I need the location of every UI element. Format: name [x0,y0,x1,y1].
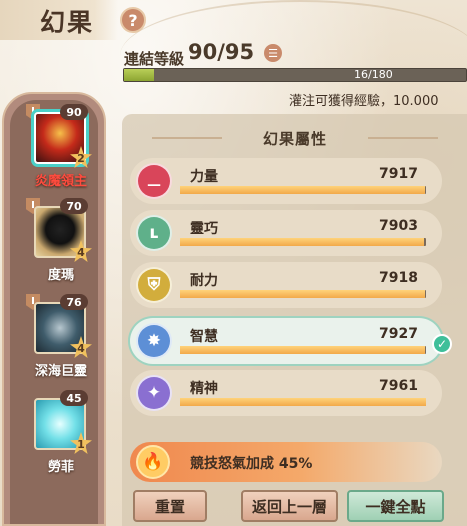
attribute-bar-fill [180,290,425,298]
attribute-value: 7927 [379,326,418,342]
character-level: 45 [60,390,88,406]
question-icon[interactable]: ? [120,7,146,33]
check-icon: ✓ [432,334,452,354]
experience-bar: 16/180 [123,68,467,82]
attribute-bar [180,186,426,194]
reset-button[interactable]: 重置 [133,490,207,522]
character-card[interactable]: 45 1 勞菲 [26,390,96,480]
character-name: 勞菲 [47,460,74,475]
character-level: 90 [60,104,88,120]
attribute-bar [180,290,426,298]
attributes-header: 幻果屬性 [130,125,460,149]
attribute-bar-fill [180,346,426,354]
experience-bar-fill [124,69,155,81]
attribute-row-stamina[interactable]: ⛨ 耐力 7918 [130,262,442,308]
link-level-value: 90/95 [188,40,255,64]
attribute-bar-fill [180,186,425,194]
arena-rage-bonus: 🔥 競技怒氣加成 45% [130,442,442,482]
attribute-bar [180,238,426,246]
link-level-label: 連結等級 [124,50,185,68]
bonus-text: 競技怒氣加成 45% [190,456,313,472]
experience-text: 16/180 [354,68,393,81]
character-name: 度瑪 [47,268,74,283]
character-card-selected[interactable]: 90 2 炎魔領主 [26,104,96,194]
dumbbell-icon: ⚊ [136,163,172,199]
attribute-bar [180,346,426,354]
character-card[interactable]: 70 4 度瑪 [26,198,96,288]
character-level: 76 [60,294,88,310]
attribute-row-dexterity[interactable]: ʟ 靈巧 7903 [130,210,442,256]
boot-icon: ʟ [136,215,172,251]
attribute-value: 7918 [379,270,418,286]
list-icon[interactable]: ☰ [264,44,282,62]
infuse-info-text: 灌注可獲得經驗，10.000 [289,94,439,109]
attribute-value: 7961 [379,378,418,394]
page-title: 幻果 [40,8,95,37]
attribute-bar-fill [180,238,425,246]
attribute-row-wisdom[interactable]: ✸ 智慧 7927 [130,318,442,364]
attribute-label: 精神 [190,381,218,397]
attribute-row-spirit[interactable]: ✦ 精神 7961 [130,370,442,416]
character-name: 炎魔領主 [34,174,87,189]
attribute-label: 力量 [190,169,218,185]
attribute-label: 靈巧 [190,221,218,237]
attribute-bar [180,398,426,406]
attribute-label: 耐力 [190,273,218,289]
all-points-button[interactable]: 一鍵全點 [347,490,444,522]
attribute-row-strength[interactable]: ⚊ 力量 7917 [130,158,442,204]
attribute-value: 7917 [379,166,418,182]
flame-icon: 🔥 [136,445,170,479]
gear-icon: ✸ [136,323,172,359]
attribute-label: 智慧 [190,329,218,345]
attribute-bar-fill [180,398,426,406]
attribute-value: 7903 [379,218,418,234]
header-divider [368,137,438,139]
character-level: 70 [60,198,88,214]
character-card[interactable]: 76 4 深海巨靈 [26,294,96,384]
shield-icon: ⛨ [136,267,172,303]
character-name: 深海巨靈 [34,364,87,379]
spirit-icon: ✦ [136,375,172,411]
back-button[interactable]: 返回上一層 [241,490,338,522]
